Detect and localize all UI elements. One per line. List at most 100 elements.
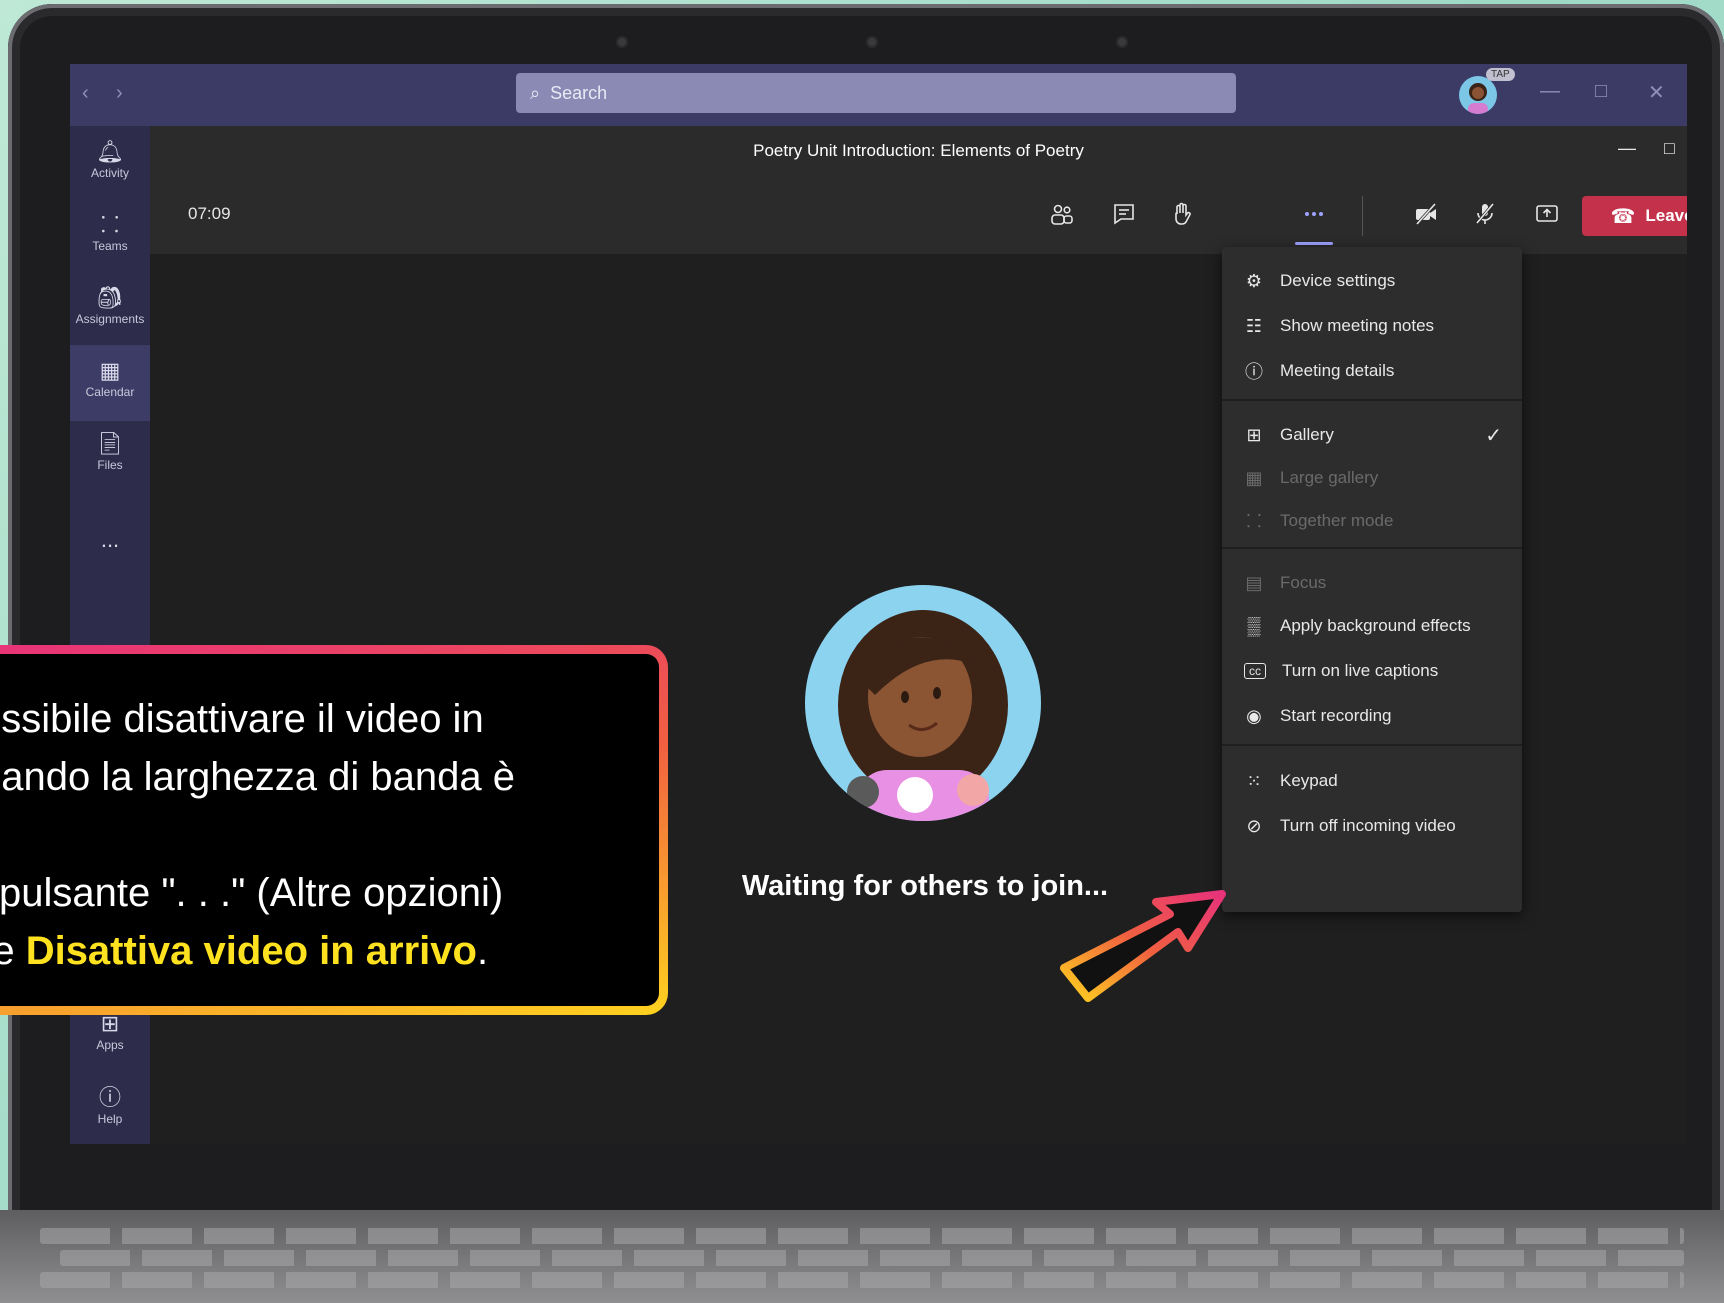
participants-button[interactable] bbox=[1042, 196, 1082, 232]
menu-item-meeting-notes[interactable]: ☷ Show meeting notes bbox=[1222, 303, 1522, 349]
rail-item-label: Help bbox=[97, 1112, 123, 1126]
menu-item-label: Meeting details bbox=[1280, 361, 1395, 380]
record-icon: ◉ bbox=[1246, 705, 1262, 726]
menu-divider bbox=[1222, 547, 1522, 549]
callout-text: ossibile disattivare il video in uando l… bbox=[0, 690, 515, 980]
page-title: Poetry Unit Introduction: Elements of Po… bbox=[753, 141, 1084, 160]
rail-item-label: Apps bbox=[96, 1038, 124, 1052]
mic-toggle-button[interactable] bbox=[1465, 196, 1505, 232]
leave-label: Leave bbox=[1645, 206, 1687, 225]
help-icon: ⓘ bbox=[98, 1085, 121, 1110]
close-icon[interactable]: ✕ bbox=[1648, 80, 1665, 105]
menu-item-start-recording[interactable]: ◉ Start recording bbox=[1222, 693, 1522, 739]
more-icon: ... bbox=[100, 527, 120, 552]
rail-item-more[interactable]: ... bbox=[70, 518, 150, 584]
avatar-illustration bbox=[838, 610, 1008, 821]
avatar[interactable] bbox=[1459, 76, 1497, 114]
rail-item-teams[interactable]: ⸬ Teams bbox=[70, 203, 150, 269]
video-off-icon: ⊘ bbox=[1246, 815, 1262, 836]
menu-item-label: Turn on live captions bbox=[1282, 661, 1439, 680]
menu-item-label: Apply background effects bbox=[1280, 616, 1471, 635]
rail-item-label: Activity bbox=[90, 166, 129, 180]
raise-hand-button[interactable] bbox=[1162, 196, 1202, 232]
callout-spacer bbox=[0, 806, 515, 864]
meeting-toolbar: 07:09 ☎︎ Leav bbox=[150, 176, 1687, 254]
search-placeholder: Search bbox=[550, 82, 608, 103]
laptop-frame: ‹ › ⌕ Search TAP — □ ✕ 🔔︎ Activity ⸬ Tea… bbox=[8, 4, 1724, 1224]
more-options-menu: ⚙ Device settings ☷ Show meeting notes ⓘ… bbox=[1222, 247, 1522, 912]
toolbar-divider bbox=[1362, 196, 1363, 236]
instruction-callout: ossibile disattivare il video in uando l… bbox=[0, 645, 668, 1015]
gallery-icon: ⊞ bbox=[1246, 424, 1262, 445]
menu-item-large-gallery: ▦ Large gallery bbox=[1222, 455, 1522, 501]
participant-avatar bbox=[805, 585, 1041, 821]
hand-icon bbox=[1175, 202, 1191, 225]
camera-dot-right bbox=[1116, 36, 1128, 48]
app-titlebar: ‹ › ⌕ Search TAP — □ ✕ bbox=[70, 64, 1687, 126]
menu-item-device-settings[interactable]: ⚙ Device settings bbox=[1222, 258, 1522, 304]
large-gallery-icon: ▦ bbox=[1245, 467, 1263, 488]
more-dots-icon bbox=[1305, 212, 1323, 216]
checkmark-icon: ✓ bbox=[1485, 424, 1502, 447]
back-arrow-icon[interactable]: ‹ bbox=[82, 82, 89, 105]
participants-icon bbox=[1051, 204, 1073, 225]
backpack-icon: 🎒︎ bbox=[96, 285, 124, 310]
menu-item-keypad[interactable]: ⁙ Keypad bbox=[1222, 758, 1522, 804]
rail-item-label: Assignments bbox=[75, 312, 145, 326]
chat-button[interactable] bbox=[1104, 196, 1144, 232]
rail-item-files[interactable]: 📄︎ Files bbox=[70, 422, 150, 488]
keyboard-deck bbox=[0, 1210, 1724, 1303]
menu-item-label: Focus bbox=[1280, 573, 1327, 592]
camera-lens bbox=[866, 36, 878, 48]
meeting-maximize-icon[interactable]: □ bbox=[1664, 138, 1675, 159]
callout-line: l pulsante ". . ." (Altre opzioni) bbox=[0, 871, 504, 915]
camera-toggle-button[interactable] bbox=[1406, 196, 1446, 232]
rail-item-label: Calendar bbox=[85, 385, 135, 399]
menu-item-label: Together mode bbox=[1280, 511, 1394, 530]
rail-item-label: Teams bbox=[92, 239, 128, 253]
status-badge: TAP bbox=[1486, 68, 1515, 81]
menu-item-together-mode: ⸬ Together mode bbox=[1222, 498, 1522, 544]
rail-item-activity[interactable]: 🔔︎ Activity bbox=[70, 130, 150, 196]
menu-item-background-effects[interactable]: ▒ Apply background effects bbox=[1222, 603, 1522, 649]
focus-icon: ▤ bbox=[1245, 572, 1263, 593]
meeting-minimize-icon[interactable]: — bbox=[1618, 138, 1636, 159]
rail-item-help[interactable]: ⓘ Help bbox=[70, 1076, 150, 1142]
rail-item-assignments[interactable]: 🎒︎ Assignments bbox=[70, 276, 150, 342]
notes-icon: ☷ bbox=[1245, 315, 1263, 336]
menu-item-gallery[interactable]: ⊞ Gallery ✓ bbox=[1222, 412, 1522, 458]
menu-item-meeting-details[interactable]: ⓘ Meeting details bbox=[1222, 348, 1522, 394]
callout-line: ossibile disattivare il video in bbox=[0, 697, 484, 741]
callout-prefix: re bbox=[0, 929, 15, 973]
callout-suffix: . bbox=[476, 929, 489, 973]
info-icon: ⓘ bbox=[1245, 362, 1263, 382]
meeting-title-bar: Poetry Unit Introduction: Elements of Po… bbox=[150, 126, 1687, 176]
menu-divider bbox=[1222, 399, 1522, 401]
pointer-arrow-icon bbox=[1060, 890, 1226, 1002]
share-screen-button[interactable] bbox=[1527, 196, 1567, 232]
maximize-icon[interactable]: □ bbox=[1595, 80, 1607, 103]
key-row bbox=[40, 1228, 1684, 1244]
menu-item-label: Start recording bbox=[1280, 706, 1392, 725]
menu-item-live-captions[interactable]: cc Turn on live captions bbox=[1222, 648, 1522, 694]
together-mode-icon: ⸬ bbox=[1246, 511, 1262, 531]
more-options-button[interactable] bbox=[1294, 196, 1334, 232]
callout-line: uando la larghezza di banda è bbox=[0, 755, 515, 799]
calendar-icon: ▦ bbox=[99, 358, 121, 383]
teams-icon: ⸬ bbox=[100, 212, 120, 237]
active-indicator bbox=[1295, 242, 1333, 245]
menu-item-turn-off-incoming-video[interactable]: ⊘ Turn off incoming video bbox=[1222, 803, 1522, 849]
forward-arrow-icon[interactable]: › bbox=[116, 82, 123, 105]
search-input[interactable]: ⌕ Search bbox=[516, 73, 1236, 113]
bell-icon: 🔔︎ bbox=[96, 139, 124, 164]
share-icon bbox=[1536, 205, 1558, 222]
callout-line: re Disattiva video in arrivo. bbox=[0, 922, 515, 980]
leave-button[interactable]: ☎︎ Leave bbox=[1582, 196, 1687, 236]
search-icon: ⌕ bbox=[530, 82, 541, 103]
rail-item-calendar[interactable]: ▦ Calendar bbox=[70, 345, 150, 421]
mic-off-icon bbox=[1475, 203, 1495, 224]
avatar-image bbox=[1468, 83, 1488, 114]
minimize-icon[interactable]: — bbox=[1540, 80, 1560, 103]
callout-highlight: Disattiva video in arrivo bbox=[25, 929, 477, 973]
rail-item-label: Files bbox=[97, 458, 123, 472]
